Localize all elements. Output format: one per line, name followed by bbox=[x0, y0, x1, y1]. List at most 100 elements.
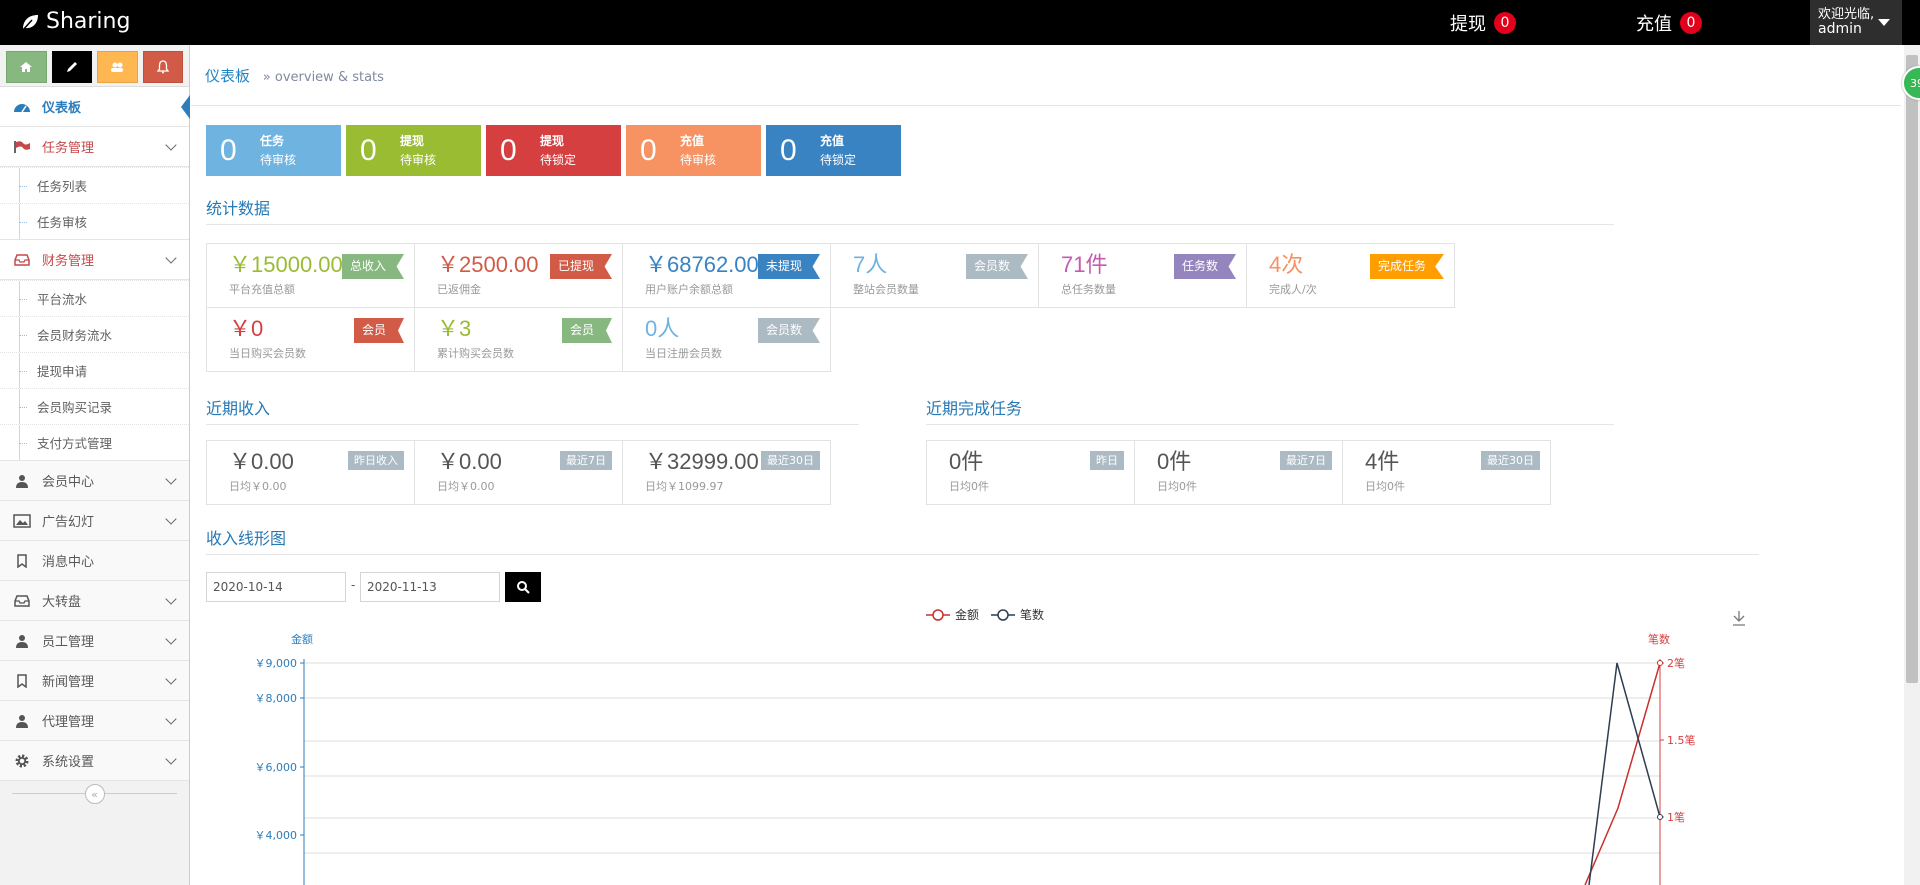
withdraw-nav[interactable]: 提现 0 bbox=[1450, 10, 1516, 36]
sidebar-item-withdraw-apply[interactable]: 提现申请 bbox=[0, 352, 189, 388]
chevron-down-icon bbox=[165, 593, 177, 605]
sidebar-item-payment-methods[interactable]: 支付方式管理 bbox=[0, 424, 189, 460]
sidebar-item-finance[interactable]: 财务管理 bbox=[0, 240, 189, 280]
scrollbar-thumb[interactable] bbox=[1906, 55, 1918, 683]
chevron-down-icon bbox=[165, 252, 177, 264]
recharge-nav[interactable]: 充值 0 bbox=[1636, 10, 1702, 36]
inbox-icon bbox=[12, 591, 32, 611]
chevron-down-icon bbox=[165, 139, 177, 151]
withdraw-label: 提现 bbox=[1450, 14, 1486, 35]
sidebar-item-task-review[interactable]: 任务审核 bbox=[0, 203, 189, 239]
right-axis-tick-label: 1笔 bbox=[1667, 810, 1685, 824]
sidebar-item-label: 消息中心 bbox=[42, 555, 95, 570]
sidebar-item-label: 大转盘 bbox=[42, 595, 82, 610]
sidebar-shortcuts bbox=[0, 45, 189, 87]
chevron-down-icon bbox=[165, 633, 177, 645]
main-content: 仪表板 » overview & stats 0 任务 待审核 0 提现 待审核 0 提… bbox=[191, 45, 1901, 885]
user-icon bbox=[12, 471, 32, 491]
left-axis-tick-label: ￥4,000 bbox=[255, 829, 298, 842]
sidebar-item-label: 仪表板 bbox=[42, 101, 82, 116]
chevron-down-icon bbox=[165, 673, 177, 685]
sidebar-item-messages[interactable]: 消息中心 bbox=[0, 541, 189, 581]
top-navbar: Sharing 提现 0 充值 0 欢迎光临, admin bbox=[0, 0, 1920, 45]
left-axis-name: 金额 bbox=[291, 632, 313, 646]
brand-name: Sharing bbox=[46, 9, 131, 34]
bell-icon bbox=[156, 60, 170, 74]
sidebar-item-label: 会员财务流水 bbox=[37, 328, 113, 343]
users-icon bbox=[111, 62, 124, 72]
right-axis-name: 笔数 bbox=[1648, 632, 1670, 646]
sidebar-item-label: 财务管理 bbox=[42, 254, 95, 269]
sidebar-item-dashboard[interactable]: 仪表板 bbox=[0, 87, 190, 127]
shortcut-home-button[interactable] bbox=[6, 51, 47, 83]
sidebar-collapse-bar: « bbox=[0, 779, 189, 809]
legend-marker bbox=[932, 609, 944, 621]
download-icon bbox=[1733, 611, 1745, 626]
sidebar-item-platform-flow[interactable]: 平台流水 bbox=[0, 280, 189, 316]
sidebar-item-label: 系统设置 bbox=[42, 755, 95, 770]
chevron-down-icon bbox=[165, 753, 177, 765]
inbox-icon bbox=[12, 250, 32, 270]
home-icon bbox=[20, 62, 33, 72]
sidebar-item-agents[interactable]: 代理管理 bbox=[0, 701, 189, 741]
income-line-chart: 金额 笔数金额 笔数￥9,000￥8,000￥6,000￥4,0002笔1.5笔1笔 bbox=[255, 607, 1745, 885]
series-count-point bbox=[1657, 814, 1663, 820]
sidebar-item-label: 会员中心 bbox=[42, 475, 95, 490]
chevron-down-icon bbox=[165, 713, 177, 725]
sidebar-item-label: 广告幻灯 bbox=[42, 515, 95, 530]
sidebar-item-member-finance[interactable]: 会员财务流水 bbox=[0, 316, 189, 352]
sidebar-item-label: 任务管理 bbox=[42, 141, 95, 156]
right-axis-tick-label: 1.5笔 bbox=[1667, 733, 1696, 747]
brand-logo[interactable]: Sharing bbox=[20, 9, 130, 34]
sidebar-item-staff[interactable]: 员工管理 bbox=[0, 621, 189, 661]
sidebar-item-label: 任务列表 bbox=[37, 179, 88, 194]
shortcut-notify-button[interactable] bbox=[142, 51, 183, 83]
submenu-task: 任务列表 任务审核 bbox=[0, 167, 189, 240]
legend-label: 笔数 bbox=[1020, 607, 1044, 622]
sidebar-item-label: 员工管理 bbox=[42, 635, 95, 650]
caret-down-icon bbox=[1878, 19, 1890, 26]
recharge-count-badge: 0 bbox=[1680, 12, 1702, 34]
sidebar-item-label: 会员购买记录 bbox=[37, 400, 113, 415]
user-menu[interactable]: 欢迎光临, admin bbox=[1810, 0, 1902, 45]
sidebar-item-label: 代理管理 bbox=[42, 715, 95, 730]
pencil-icon bbox=[66, 62, 77, 72]
legend-marker bbox=[997, 609, 1009, 621]
sidebar-item-member-center[interactable]: 会员中心 bbox=[0, 461, 189, 501]
bookmark-icon bbox=[12, 551, 32, 571]
gear-icon bbox=[12, 751, 32, 771]
withdraw-count-badge: 0 bbox=[1494, 12, 1516, 34]
left-axis-tick-label: ￥9,000 bbox=[255, 657, 298, 670]
series-amount-point bbox=[1657, 660, 1663, 666]
double-chevron-left-icon[interactable]: « bbox=[84, 784, 105, 804]
picture-icon bbox=[12, 511, 32, 531]
left-axis-tick-label: ￥6,000 bbox=[255, 761, 298, 774]
recharge-label: 充值 bbox=[1636, 14, 1672, 35]
user-icon bbox=[12, 711, 32, 731]
submenu-finance: 平台流水 会员财务流水 提现申请 会员购买记录 支付方式管理 bbox=[0, 280, 189, 461]
dashboard-icon bbox=[12, 97, 32, 117]
sidebar-item-news[interactable]: 新闻管理 bbox=[0, 661, 189, 701]
leaf-icon bbox=[21, 14, 38, 32]
bookmark-icon bbox=[12, 671, 32, 691]
sidebar: 仪表板 任务管理 任务列表 任务审核 财务管理 平台流水 会员财务流水 提现申请… bbox=[0, 45, 190, 885]
sidebar-item-label: 提现申请 bbox=[37, 364, 88, 379]
chevron-down-icon bbox=[165, 513, 177, 525]
user-icon bbox=[12, 631, 32, 651]
sidebar-item-label: 新闻管理 bbox=[42, 675, 95, 690]
right-axis-tick-label: 2笔 bbox=[1667, 656, 1685, 670]
sidebar-item-task-list[interactable]: 任务列表 bbox=[0, 167, 189, 203]
sidebar-item-wheel[interactable]: 大转盘 bbox=[0, 581, 189, 621]
sidebar-item-label: 平台流水 bbox=[37, 292, 88, 307]
sidebar-item-member-purchase[interactable]: 会员购买记录 bbox=[0, 388, 189, 424]
sidebar-item-ads[interactable]: 广告幻灯 bbox=[0, 501, 189, 541]
sidebar-item-label: 支付方式管理 bbox=[37, 436, 113, 451]
legend-label: 金额 bbox=[955, 607, 979, 622]
shortcut-users-button[interactable] bbox=[97, 51, 138, 83]
sidebar-item-settings[interactable]: 系统设置 bbox=[0, 741, 189, 781]
sidebar-item-task-mgmt[interactable]: 任务管理 bbox=[0, 127, 189, 167]
shortcut-edit-button[interactable] bbox=[51, 51, 92, 83]
sidebar-item-label: 任务审核 bbox=[37, 215, 88, 230]
flag-icon bbox=[12, 137, 32, 157]
left-axis-tick-label: ￥8,000 bbox=[255, 692, 298, 705]
